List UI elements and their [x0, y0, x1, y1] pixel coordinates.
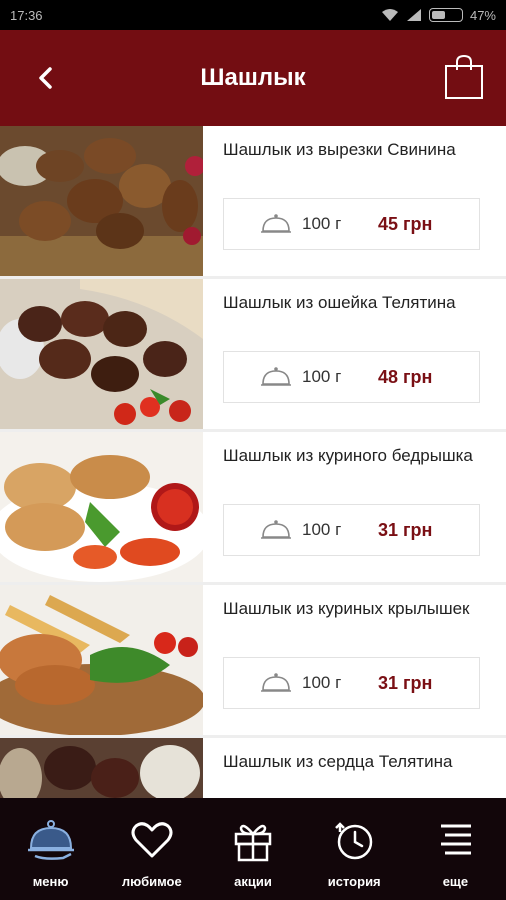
cloche-icon — [261, 367, 291, 386]
back-button[interactable] — [28, 60, 64, 96]
cloche-icon — [261, 520, 291, 539]
cloche-icon — [27, 820, 74, 860]
item-name: Шашлык из ошейка Телятина — [223, 293, 456, 312]
price-box[interactable]: 100 г 31 грн — [223, 504, 480, 556]
battery-icon — [428, 8, 463, 22]
product-image — [0, 585, 203, 735]
product-image — [0, 738, 203, 798]
price-box[interactable]: 100 г 48 грн — [223, 351, 480, 403]
nav-label: меню — [32, 874, 69, 889]
nav-label: любимое — [121, 874, 182, 889]
list-item[interactable]: Шашлык из сердца Телятина — [0, 738, 506, 798]
list-item[interactable]: Шашлык из куриного бедрышка 100 г 31 грн — [0, 432, 506, 582]
list-item[interactable]: Шашлык из вырезки Свинина 100 г 45 грн — [0, 126, 506, 276]
item-price: 31 грн — [378, 519, 433, 540]
cloche-icon — [261, 673, 291, 692]
signal-icon — [406, 9, 421, 21]
product-list: Шашлык из вырезки Свинина 100 г 45 грн Ш… — [0, 126, 506, 798]
item-price: 45 грн — [378, 213, 433, 234]
item-weight: 100 г — [302, 367, 342, 386]
item-name: Шашлык из куриных крылышек — [223, 599, 470, 618]
nav-label: история — [327, 874, 381, 889]
product-image — [0, 279, 203, 429]
item-price: 48 грн — [378, 366, 433, 387]
price-box[interactable]: 100 г 45 грн — [223, 198, 480, 250]
item-name: Шашлык из сердца Телятина — [223, 752, 453, 771]
history-icon — [335, 822, 373, 860]
nav-label: еще — [442, 874, 469, 889]
item-weight: 100 г — [302, 520, 342, 539]
item-price: 31 грн — [378, 672, 433, 693]
page-title: Шашлык — [200, 64, 306, 91]
item-name: Шашлык из вырезки Свинина — [223, 140, 456, 159]
menu-lines-icon — [441, 824, 472, 855]
chevron-left-icon — [39, 67, 52, 89]
list-item[interactable]: Шашлык из куриных крылышек 100 г 31 грн — [0, 585, 506, 735]
app-bar: Шашлык — [0, 30, 506, 126]
product-image — [0, 432, 203, 582]
heart-icon — [131, 822, 173, 858]
wifi-icon — [381, 9, 398, 21]
item-weight: 100 г — [302, 214, 342, 233]
product-image — [0, 126, 203, 276]
nav-item-menu[interactable]: меню — [0, 798, 101, 900]
nav-item-promotions[interactable]: акции — [202, 798, 303, 900]
battery-percent: 47% — [469, 7, 496, 23]
cloche-icon — [261, 214, 291, 233]
bottom-nav: меню любимое акции история еще — [0, 798, 506, 900]
shopping-bag-icon — [445, 54, 483, 99]
status-bar: 17:36 47% — [0, 0, 506, 30]
cart-button[interactable] — [444, 54, 484, 100]
nav-item-more[interactable]: еще — [405, 798, 506, 900]
nav-item-favorites[interactable]: любимое — [101, 798, 202, 900]
nav-label: акции — [234, 874, 272, 889]
list-item[interactable]: Шашлык из ошейка Телятина 100 г 48 грн — [0, 279, 506, 429]
gift-icon — [234, 824, 272, 862]
item-weight: 100 г — [302, 673, 342, 692]
nav-item-history[interactable]: история — [304, 798, 405, 900]
status-time: 17:36 — [10, 7, 43, 23]
item-name: Шашлык из куриного бедрышка — [223, 446, 473, 465]
price-box[interactable]: 100 г 31 грн — [223, 657, 480, 709]
